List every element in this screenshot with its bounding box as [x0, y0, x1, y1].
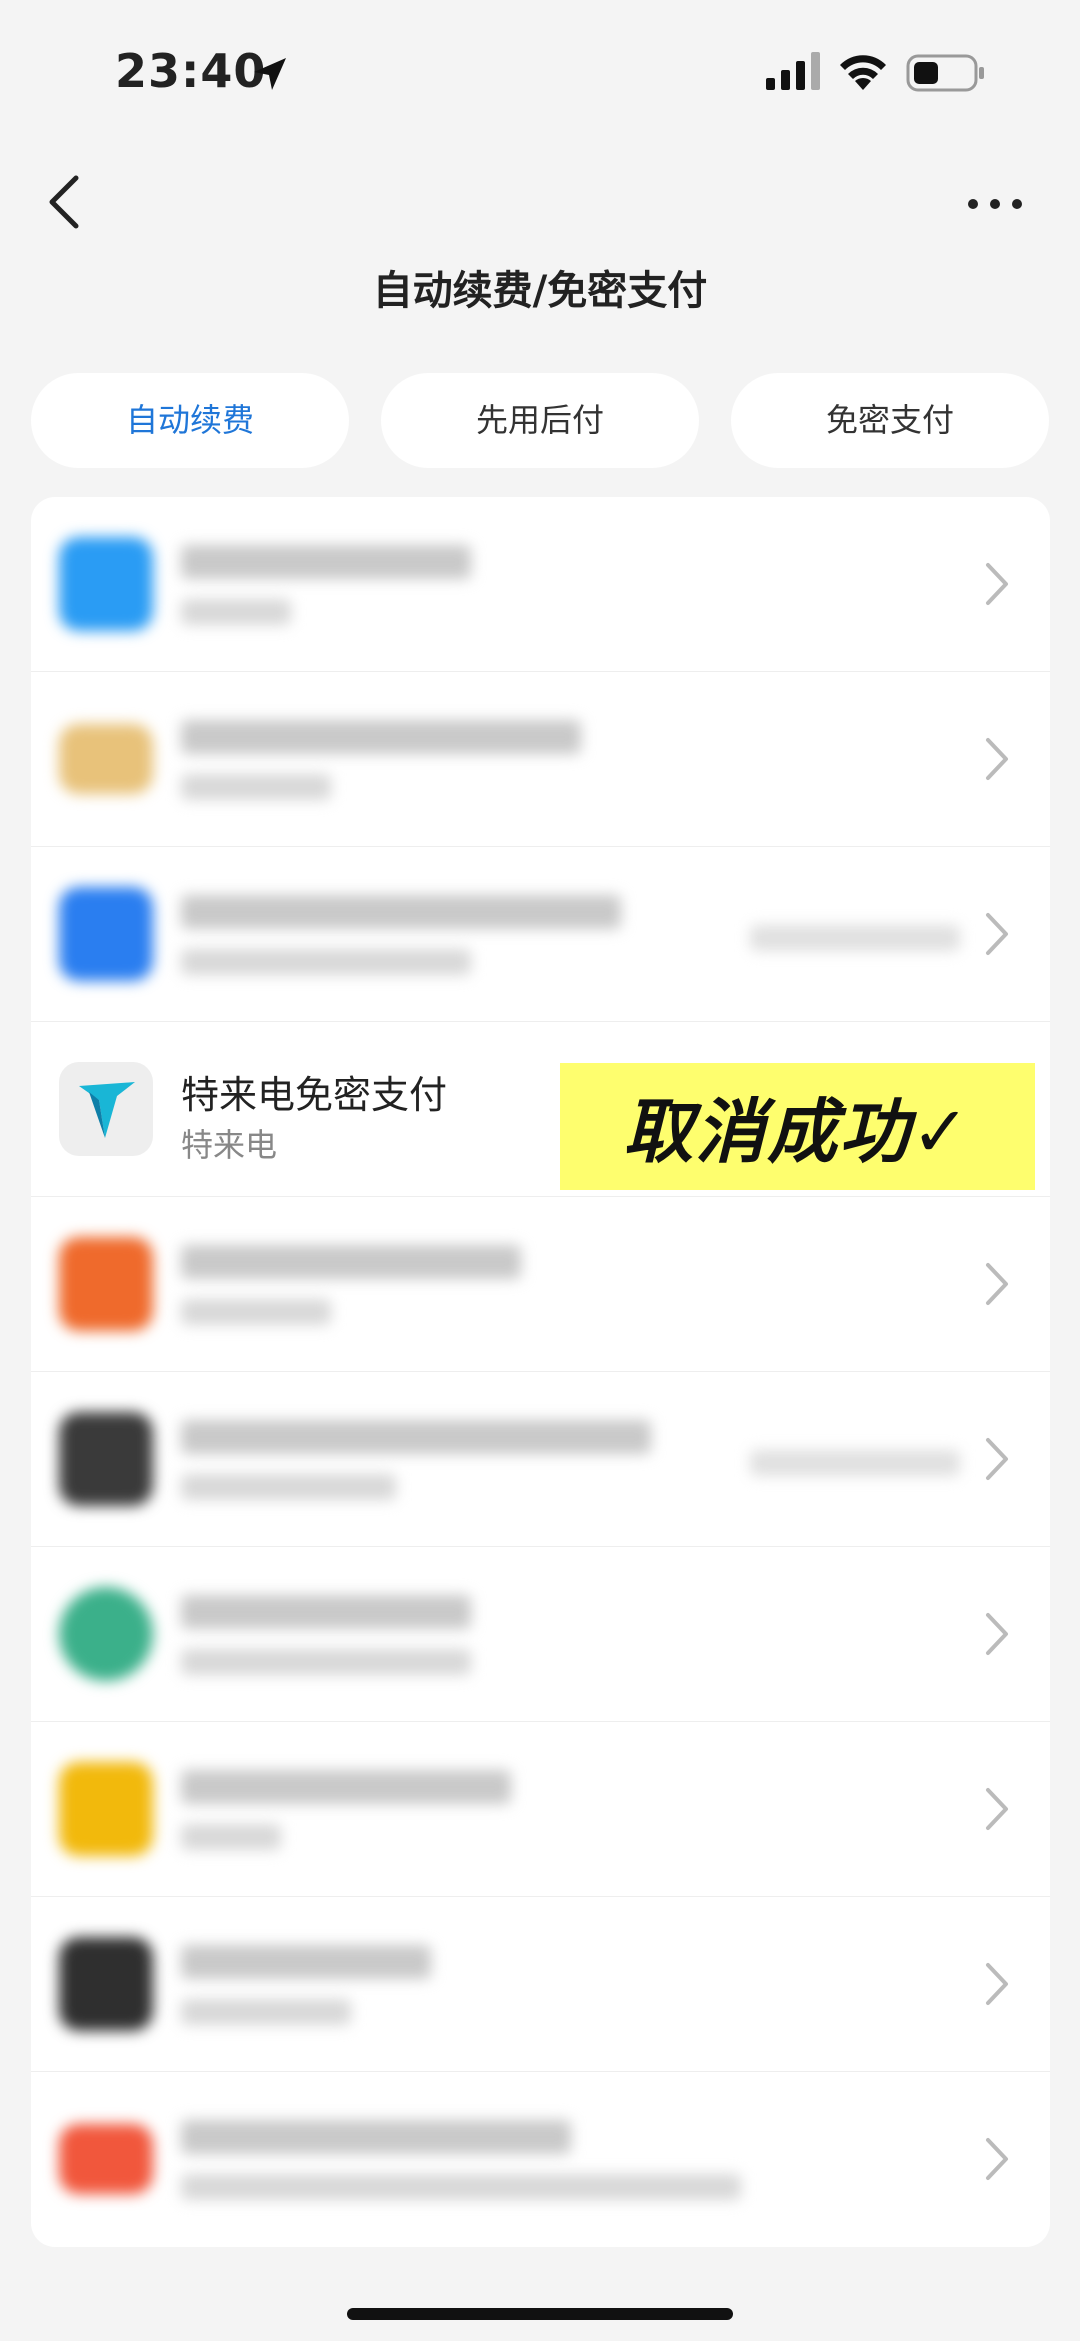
list-item[interactable] — [31, 847, 1050, 1022]
chevron-right-icon — [986, 1788, 1008, 1830]
list-item[interactable] — [31, 1722, 1050, 1897]
blurred-title — [181, 895, 621, 929]
app-icon — [59, 1587, 153, 1681]
blurred-record-count — [750, 1450, 960, 1476]
location-arrow-icon — [254, 58, 286, 90]
chevron-right-icon — [986, 913, 1008, 955]
blurred-subtitle — [181, 1299, 331, 1325]
blurred-title — [181, 1595, 471, 1629]
blurred-title — [181, 545, 471, 579]
list-item[interactable] — [31, 672, 1050, 847]
blurred-title — [181, 2120, 571, 2154]
subscription-list: 特来电免密支付 特来电 — [31, 497, 1050, 2247]
blurred-title — [181, 1420, 651, 1454]
cellular-signal-icon — [766, 52, 820, 90]
cancel-success-text: 取消成功✓ — [623, 1091, 972, 1173]
teld-logo-icon — [79, 1082, 135, 1138]
home-indicator[interactable] — [347, 2308, 733, 2320]
app-icon — [59, 1237, 153, 1331]
list-item[interactable] — [31, 497, 1050, 672]
blurred-title — [181, 1945, 431, 1979]
app-icon — [59, 537, 153, 631]
tab-bar: 自动续费 先用后付 免密支付 — [31, 373, 1050, 468]
tab-password-free[interactable]: 免密支付 — [731, 373, 1049, 468]
tab-auto-renew[interactable]: 自动续费 — [31, 373, 349, 468]
item-subtitle: 特来电 — [181, 1126, 278, 1164]
blurred-subtitle — [181, 2174, 741, 2200]
app-icon — [59, 2124, 153, 2194]
chevron-right-icon — [986, 1963, 1008, 2005]
wifi-icon — [840, 55, 886, 90]
blurred-subtitle — [181, 1474, 396, 1500]
blurred-title — [181, 1770, 511, 1804]
app-icon — [59, 1937, 153, 2031]
app-icon — [59, 724, 153, 794]
app-icon — [59, 887, 153, 981]
list-item[interactable] — [31, 1197, 1050, 1372]
blurred-subtitle — [181, 1824, 281, 1850]
chevron-right-icon — [986, 1438, 1008, 1480]
blurred-subtitle — [181, 599, 291, 625]
blurred-subtitle — [181, 949, 471, 975]
chevron-right-icon — [986, 2138, 1008, 2180]
status-bar: 23:40 — [0, 0, 1080, 150]
app-icon — [59, 1762, 153, 1856]
blurred-subtitle — [181, 1999, 351, 2025]
more-options-icon[interactable] — [965, 192, 1025, 216]
blurred-subtitle — [181, 774, 331, 800]
item-name: 特来电免密支付 — [181, 1073, 448, 1117]
list-item[interactable] — [31, 1897, 1050, 2072]
teld-app-icon — [59, 1062, 153, 1156]
cancel-success-banner: 取消成功✓ — [560, 1063, 1035, 1190]
list-item[interactable] — [31, 1372, 1050, 1547]
chevron-right-icon — [986, 1263, 1008, 1305]
status-time: 23:40 — [115, 44, 267, 98]
chevron-right-icon — [986, 738, 1008, 780]
blurred-title — [181, 720, 581, 754]
blurred-subtitle — [181, 1649, 471, 1675]
chevron-right-icon — [986, 563, 1008, 605]
page-title: 自动续费/免密支付 — [372, 268, 708, 314]
list-item[interactable] — [31, 2072, 1050, 2247]
list-item[interactable] — [31, 1547, 1050, 1722]
tab-pay-later[interactable]: 先用后付 — [381, 373, 699, 468]
blurred-record-count — [750, 925, 960, 951]
blurred-title — [181, 1245, 521, 1279]
chevron-right-icon — [986, 1613, 1008, 1655]
back-chevron-icon[interactable] — [40, 172, 90, 232]
app-icon — [59, 1412, 153, 1506]
battery-icon — [906, 54, 984, 92]
